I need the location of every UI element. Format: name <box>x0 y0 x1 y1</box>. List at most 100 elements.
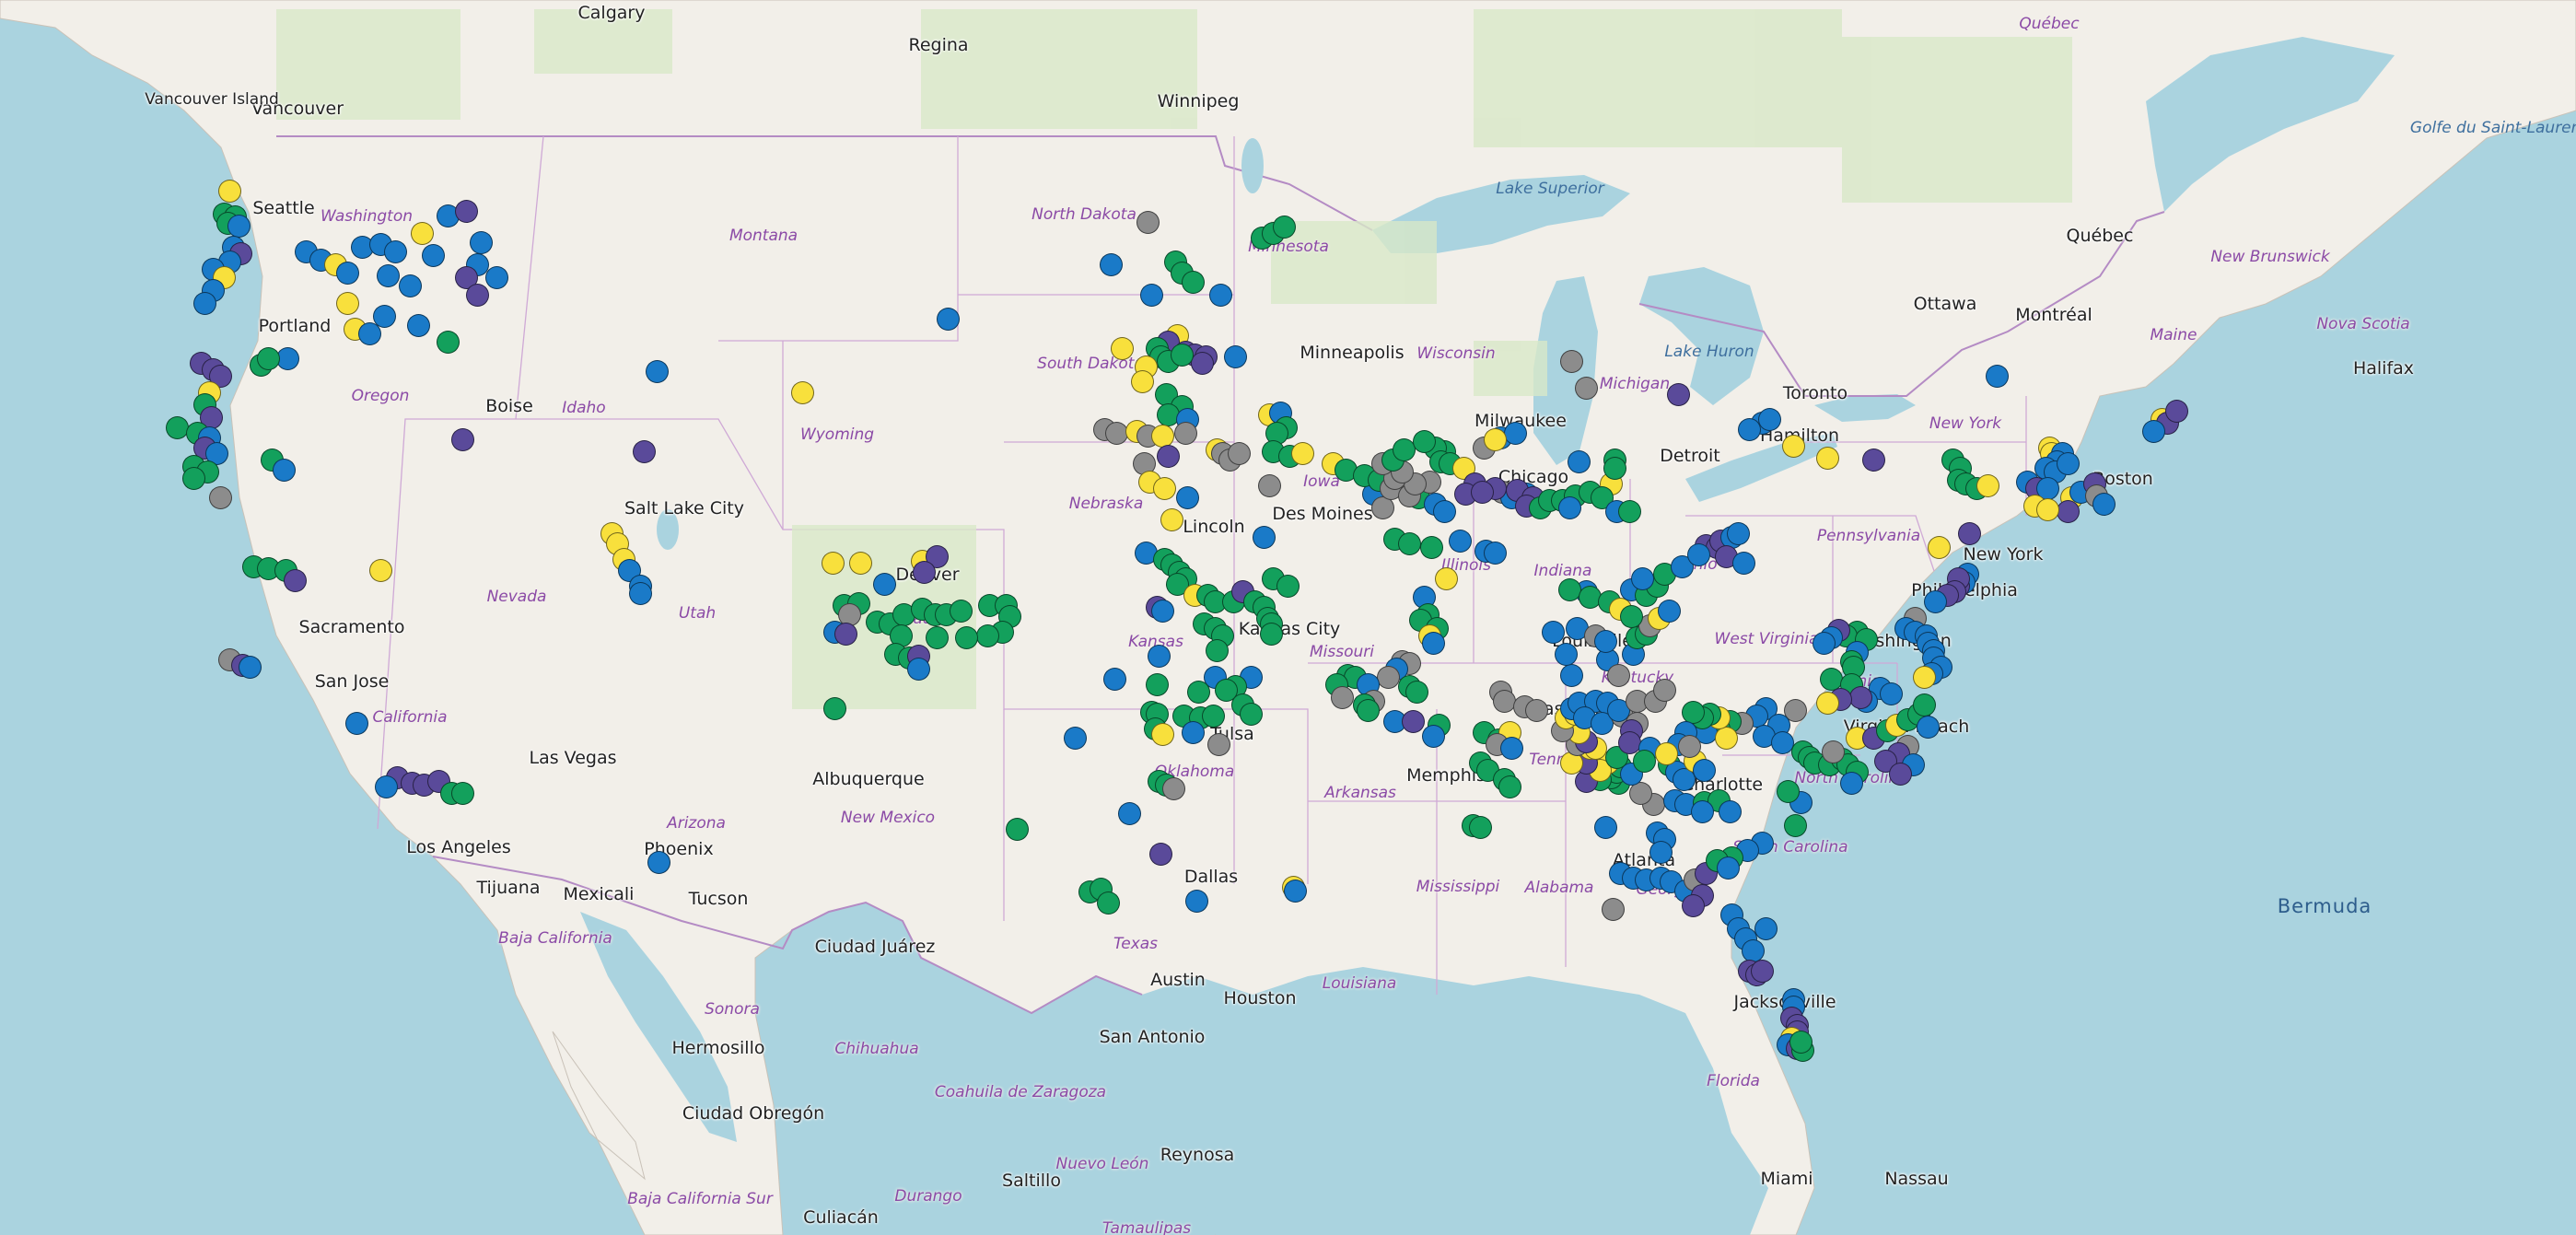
map-marker-purple[interactable] <box>1157 444 1181 468</box>
map-marker-purple[interactable] <box>1957 521 1981 545</box>
map-marker-yellow[interactable] <box>1151 722 1175 746</box>
map-marker-blue[interactable] <box>272 458 296 482</box>
map-marker-blue[interactable] <box>421 244 445 268</box>
map-marker-blue[interactable] <box>1422 631 1446 655</box>
map-marker-green[interactable] <box>1181 270 1205 294</box>
map-marker-yellow[interactable] <box>1782 434 1806 458</box>
map-marker-green[interactable] <box>1357 698 1381 722</box>
map-marker-yellow[interactable] <box>821 551 845 575</box>
map-marker-yellow[interactable] <box>1815 691 1839 715</box>
map-marker-green[interactable] <box>1468 816 1492 839</box>
map-marker-yellow[interactable] <box>2035 498 2059 522</box>
map-marker-yellow[interactable] <box>1435 566 1459 590</box>
map-marker-blue[interactable] <box>1691 799 1714 823</box>
map-marker-blue[interactable] <box>1117 801 1141 825</box>
map-marker-blue[interactable] <box>1693 758 1716 782</box>
map-marker-blue[interactable] <box>1757 407 1781 431</box>
map-marker-blue[interactable] <box>1754 916 1778 940</box>
map-marker-green[interactable] <box>1619 605 1643 629</box>
map-marker-gray[interactable] <box>1330 685 1354 709</box>
map-marker-yellow[interactable] <box>1151 424 1175 448</box>
map-marker-purple[interactable] <box>833 622 857 646</box>
map-marker-blue[interactable] <box>377 263 401 287</box>
map-marker-green[interactable] <box>1170 343 1194 367</box>
map-marker-purple[interactable] <box>1849 685 1873 709</box>
map-marker-blue[interactable] <box>1209 283 1232 307</box>
map-marker-blue[interactable] <box>1560 663 1584 687</box>
map-marker-green[interactable] <box>1819 667 1843 691</box>
map-marker-blue[interactable] <box>873 572 897 596</box>
map-marker-green[interactable] <box>1420 535 1444 559</box>
map-marker-blue[interactable] <box>406 313 430 337</box>
map-marker-purple[interactable] <box>912 561 936 585</box>
map-marker-gray[interactable] <box>1162 776 1186 800</box>
map-marker-green[interactable] <box>1392 438 1416 461</box>
map-marker-purple[interactable] <box>632 440 656 464</box>
map-marker-green[interactable] <box>1558 578 1581 602</box>
map-marker-green[interactable] <box>166 415 189 439</box>
map-marker-blue[interactable] <box>2092 492 2116 516</box>
map-marker-yellow[interactable] <box>1715 726 1739 750</box>
map-marker-green[interactable] <box>975 623 999 647</box>
map-marker-green[interactable] <box>1498 775 1522 798</box>
map-marker-yellow[interactable] <box>1913 665 1937 689</box>
map-marker-blue[interactable] <box>1558 496 1581 520</box>
map-marker-blue[interactable] <box>1484 542 1507 565</box>
map-marker-green[interactable] <box>436 331 460 354</box>
map-marker-yellow[interactable] <box>410 222 434 246</box>
map-marker-green[interactable] <box>822 696 846 720</box>
map-marker-blue[interactable] <box>1593 816 1617 839</box>
map-marker-green[interactable] <box>1006 817 1030 841</box>
map-marker-green[interactable] <box>1397 531 1421 555</box>
map-marker-gray[interactable] <box>1560 349 1584 373</box>
map-marker-purple[interactable] <box>1750 960 1774 984</box>
map-marker-green[interactable] <box>1603 456 1626 480</box>
map-marker-green[interactable] <box>1259 622 1283 646</box>
map-marker-blue[interactable] <box>645 360 669 383</box>
map-marker-blue[interactable] <box>1541 620 1565 644</box>
map-marker-green[interactable] <box>1789 1030 1813 1054</box>
map-marker-blue[interactable] <box>1151 599 1175 623</box>
map-marker-blue[interactable] <box>906 658 930 682</box>
map-marker-purple[interactable] <box>2164 399 2188 423</box>
map-marker-blue[interactable] <box>1986 364 2010 388</box>
map-marker-blue[interactable] <box>1631 566 1655 590</box>
map-marker-gray[interactable] <box>1173 422 1197 446</box>
map-marker-blue[interactable] <box>1184 889 1208 913</box>
map-marker-gray[interactable] <box>1821 740 1845 764</box>
map-marker-green[interactable] <box>182 466 206 490</box>
map-marker-yellow[interactable] <box>1815 446 1839 470</box>
map-marker-blue[interactable] <box>1102 667 1126 691</box>
map-marker-blue[interactable] <box>1657 599 1681 623</box>
map-marker-blue[interactable] <box>484 266 508 289</box>
map-marker-blue[interactable] <box>227 214 251 238</box>
map-marker-purple[interactable] <box>1149 842 1173 866</box>
map-marker-blue[interactable] <box>344 711 368 735</box>
map-marker-purple[interactable] <box>1888 762 1912 786</box>
map-marker-blue[interactable] <box>335 262 359 285</box>
map-marker-blue[interactable] <box>1737 417 1761 441</box>
map-marker-blue[interactable] <box>1140 283 1163 307</box>
map-marker-yellow[interactable] <box>369 559 392 583</box>
map-marker-gray[interactable] <box>208 486 232 510</box>
map-marker-blue[interactable] <box>628 582 652 606</box>
map-marker-yellow[interactable] <box>217 179 241 203</box>
map-marker-green[interactable] <box>1276 574 1300 598</box>
map-marker-green[interactable] <box>1206 639 1229 663</box>
map-marker-yellow[interactable] <box>791 380 814 404</box>
map-marker-blue[interactable] <box>1422 724 1446 748</box>
map-marker-gray[interactable] <box>1606 663 1630 687</box>
map-marker-blue[interactable] <box>1719 799 1743 823</box>
map-marker-blue[interactable] <box>1731 551 1755 575</box>
map-marker-blue[interactable] <box>937 307 961 331</box>
map-marker-blue[interactable] <box>1175 486 1199 510</box>
map-marker-yellow[interactable] <box>1153 476 1177 500</box>
map-marker-blue[interactable] <box>1099 252 1123 276</box>
map-marker-green[interactable] <box>1239 702 1263 726</box>
map-marker-blue[interactable] <box>1284 879 1308 903</box>
map-marker-purple[interactable] <box>451 427 475 451</box>
map-marker-gray[interactable] <box>1257 474 1281 498</box>
map-marker-blue[interactable] <box>1840 771 1864 795</box>
map-marker-blue[interactable] <box>1879 682 1903 705</box>
map-marker-yellow[interactable] <box>335 292 359 316</box>
